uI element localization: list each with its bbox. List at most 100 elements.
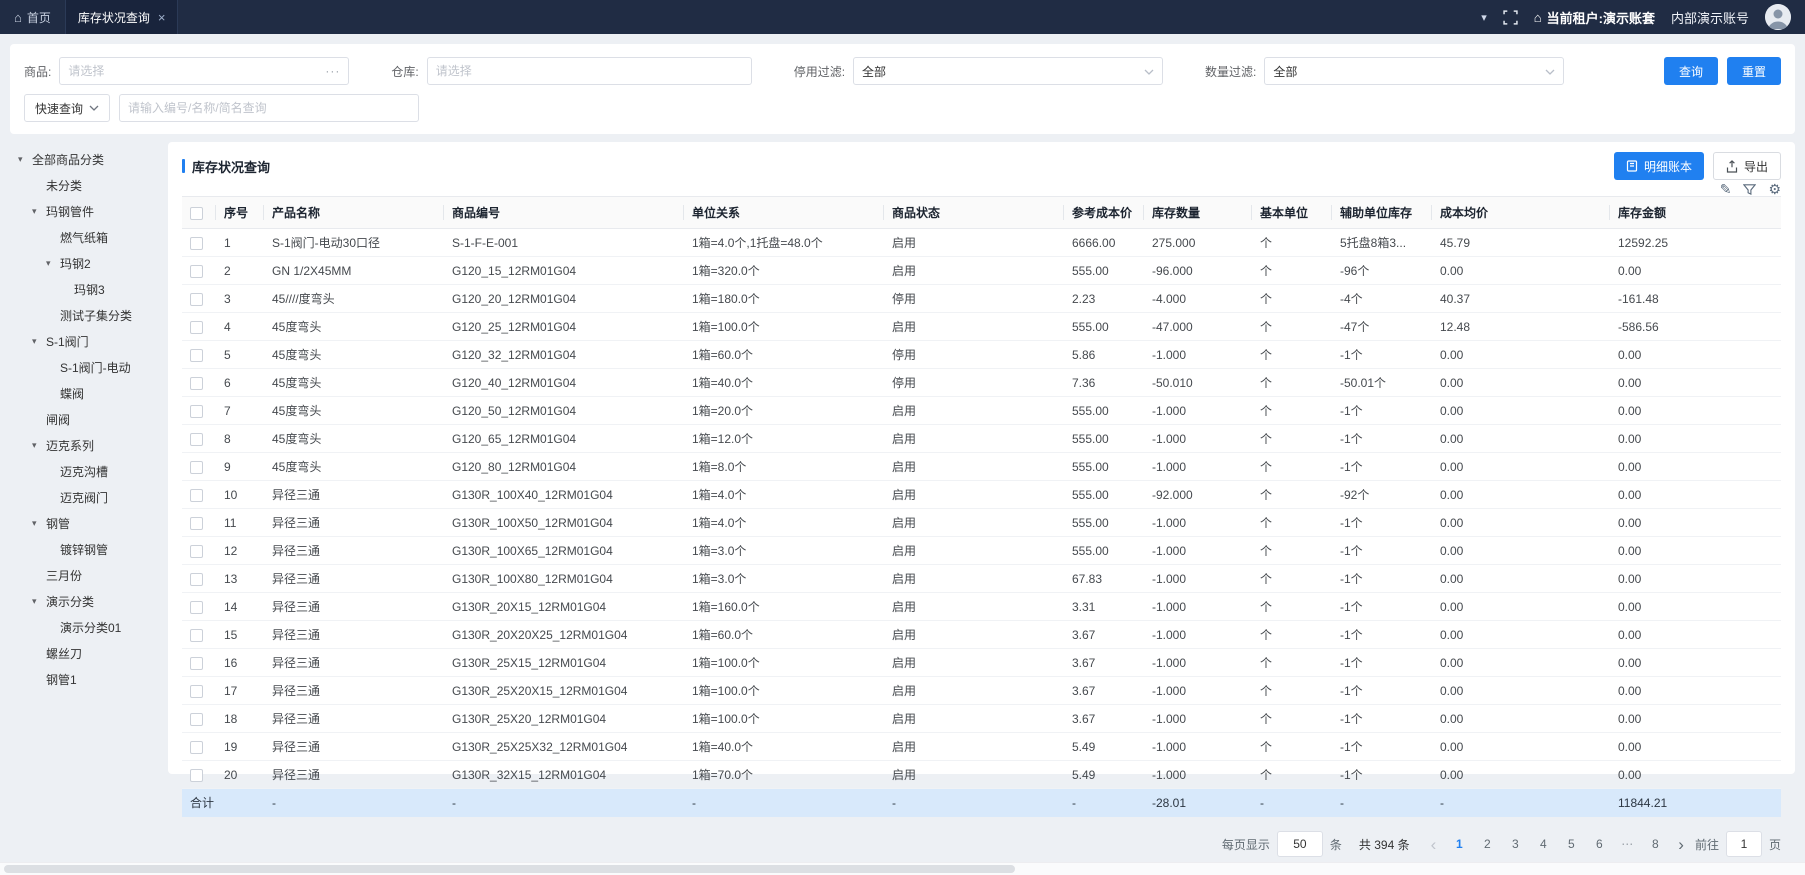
table-row[interactable]: 10异径三通G130R_100X40_12RM01G041箱=4.0个启用555… (182, 481, 1781, 509)
fullscreen-icon[interactable] (1503, 10, 1518, 25)
page-number[interactable]: 8 (1643, 833, 1667, 855)
detail-ledger-button[interactable]: 明细账本 (1614, 152, 1704, 180)
tree-expand-icon[interactable]: ▾ (32, 596, 46, 607)
table-row[interactable]: 745度弯头G120_50_12RM01G041箱=20.0个启用555.00-… (182, 397, 1781, 425)
tree-item[interactable]: ▾全部商品分类 (14, 146, 158, 172)
tree-item[interactable]: 迈克沟槽 (14, 458, 158, 484)
row-checkbox[interactable] (190, 685, 203, 698)
row-checkbox[interactable] (190, 349, 203, 362)
tree-expand-icon[interactable]: ▾ (32, 336, 46, 347)
page-number[interactable]: 4 (1531, 833, 1555, 855)
row-checkbox[interactable] (190, 405, 203, 418)
select-all-checkbox[interactable] (190, 207, 203, 220)
tenant-info[interactable]: ⌂ 当前租户:演示账套 (1534, 8, 1655, 27)
table-row[interactable]: 15异径三通G130R_20X20X25_12RM01G041箱=60.0个启用… (182, 621, 1781, 649)
filter-icon[interactable] (1743, 183, 1756, 196)
tree-item[interactable]: S-1阀门-电动 (14, 354, 158, 380)
row-checkbox[interactable] (190, 265, 203, 278)
table-row[interactable]: 13异径三通G130R_100X80_12RM01G041箱=3.0个启用67.… (182, 565, 1781, 593)
page-number[interactable]: 3 (1503, 833, 1527, 855)
table-row[interactable]: 945度弯头G120_80_12RM01G041箱=8.0个启用555.00-1… (182, 453, 1781, 481)
table-row[interactable]: 16异径三通G130R_25X15_12RM01G041箱=100.0个启用3.… (182, 649, 1781, 677)
account-label[interactable]: 内部演示账号 (1671, 8, 1749, 27)
tree-item[interactable]: 迈克阀门 (14, 484, 158, 510)
table-row[interactable]: 14异径三通G130R_20X15_12RM01G041箱=160.0个启用3.… (182, 593, 1781, 621)
row-checkbox[interactable] (190, 601, 203, 614)
home-tab[interactable]: ⌂ 首页 (0, 0, 65, 34)
row-checkbox[interactable] (190, 741, 203, 754)
table-row[interactable]: 545度弯头G120_32_12RM01G041箱=60.0个停用5.86-1.… (182, 341, 1781, 369)
row-checkbox[interactable] (190, 489, 203, 502)
tree-item[interactable]: 蝶阀 (14, 380, 158, 406)
gear-icon[interactable]: ⚙ (1768, 182, 1781, 196)
row-checkbox[interactable] (190, 377, 203, 390)
table-row[interactable]: 345////度弯头G120_20_12RM01G041箱=180.0个停用2.… (182, 285, 1781, 313)
edit-icon[interactable]: ✎ (1720, 182, 1732, 196)
disabled-filter-select[interactable]: 全部 (853, 57, 1163, 85)
table-row[interactable]: 19异径三通G130R_25X25X32_12RM01G041箱=40.0个启用… (182, 733, 1781, 761)
row-checkbox[interactable] (190, 657, 203, 670)
row-checkbox[interactable] (190, 321, 203, 334)
tree-item[interactable]: ▾演示分类 (14, 588, 158, 614)
tree-item[interactable]: ▾玛钢管件 (14, 198, 158, 224)
tab-close-icon[interactable]: × (158, 11, 166, 24)
tree-item[interactable]: 螺丝刀 (14, 640, 158, 666)
row-checkbox[interactable] (190, 573, 203, 586)
row-checkbox[interactable] (190, 545, 203, 558)
prev-page-icon[interactable]: ‹ (1427, 836, 1441, 853)
warehouse-select-input[interactable] (436, 64, 743, 78)
goto-page-input[interactable] (1726, 831, 1762, 857)
scrollbar-thumb[interactable] (4, 865, 1015, 873)
tree-item[interactable]: ▾S-1阀门 (14, 328, 158, 354)
tree-item[interactable]: ▾玛钢2 (14, 250, 158, 276)
next-page-icon[interactable]: › (1674, 836, 1688, 853)
quick-search-box[interactable] (119, 94, 419, 122)
tree-item[interactable]: 闸阀 (14, 406, 158, 432)
warehouse-select[interactable] (427, 57, 752, 85)
export-button[interactable]: 导出 (1713, 152, 1781, 180)
product-select[interactable]: ··· (59, 57, 349, 85)
quick-query-input[interactable] (128, 101, 410, 115)
table-row[interactable]: 18异径三通G130R_25X20_12RM01G041箱=100.0个启用3.… (182, 705, 1781, 733)
reset-button[interactable]: 重置 (1727, 57, 1781, 85)
quantity-filter-select[interactable]: 全部 (1264, 57, 1564, 85)
tree-expand-icon[interactable]: ▾ (32, 518, 46, 529)
row-checkbox[interactable] (190, 293, 203, 306)
tree-item[interactable]: 三月份 (14, 562, 158, 588)
tree-item[interactable]: 演示分类01 (14, 614, 158, 640)
tree-expand-icon[interactable]: ▾ (46, 258, 60, 269)
chevron-down-icon[interactable]: ▾ (1481, 11, 1487, 24)
row-checkbox[interactable] (190, 629, 203, 642)
table-row[interactable]: 20异径三通G130R_32X15_12RM01G041箱=70.0个启用5.4… (182, 761, 1781, 789)
per-page-input[interactable] (1277, 831, 1323, 857)
tree-item[interactable]: 未分类 (14, 172, 158, 198)
table-row[interactable]: 11异径三通G130R_100X50_12RM01G041箱=4.0个启用555… (182, 509, 1781, 537)
tree-expand-icon[interactable]: ▾ (32, 440, 46, 451)
table-row[interactable]: 1S-1阀门-电动30口径S-1-F-E-0011箱=4.0个,1托盘=48.0… (182, 229, 1781, 257)
row-checkbox[interactable] (190, 237, 203, 250)
tree-item[interactable]: 测试子集分类 (14, 302, 158, 328)
product-select-input[interactable] (68, 64, 319, 78)
tree-item[interactable]: 镀锌钢管 (14, 536, 158, 562)
tree-item[interactable]: 钢管1 (14, 666, 158, 692)
tree-expand-icon[interactable]: ▾ (32, 206, 46, 217)
row-checkbox[interactable] (190, 461, 203, 474)
more-options-icon[interactable]: ··· (319, 64, 340, 78)
table-row[interactable]: 17异径三通G130R_25X20X15_12RM01G041箱=100.0个启… (182, 677, 1781, 705)
avatar[interactable] (1765, 4, 1791, 30)
tree-expand-icon[interactable]: ▾ (18, 154, 32, 165)
quick-query-button[interactable]: 快速查询 (24, 94, 110, 122)
tree-item[interactable]: ▾迈克系列 (14, 432, 158, 458)
table-row[interactable]: 12异径三通G130R_100X65_12RM01G041箱=3.0个启用555… (182, 537, 1781, 565)
page-number[interactable]: 6 (1587, 833, 1611, 855)
table-row[interactable]: 2GN 1/2X45MMG120_15_12RM01G041箱=320.0个启用… (182, 257, 1781, 285)
table-row[interactable]: 845度弯头G120_65_12RM01G041箱=12.0个启用555.00-… (182, 425, 1781, 453)
tree-item[interactable]: 燃气纸箱 (14, 224, 158, 250)
page-number[interactable]: 5 (1559, 833, 1583, 855)
horizontal-scrollbar[interactable] (0, 862, 1805, 875)
page-number[interactable]: 2 (1475, 833, 1499, 855)
query-button[interactable]: 查询 (1664, 57, 1718, 85)
row-checkbox[interactable] (190, 713, 203, 726)
table-row[interactable]: 445度弯头G120_25_12RM01G041箱=100.0个启用555.00… (182, 313, 1781, 341)
page-number[interactable]: 1 (1447, 833, 1471, 855)
